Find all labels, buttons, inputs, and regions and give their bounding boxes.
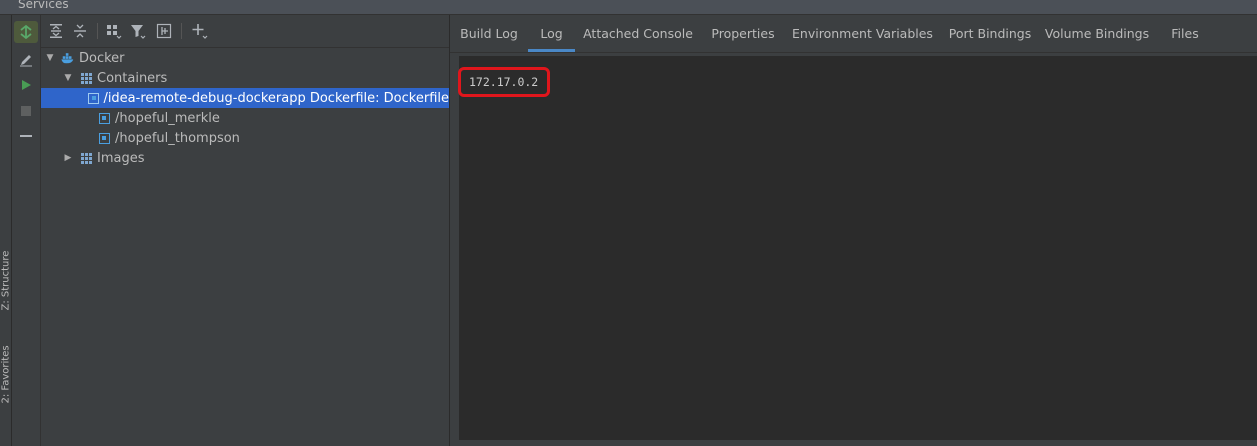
add-service-button[interactable] <box>153 20 175 42</box>
tab-log[interactable]: Log <box>528 15 575 52</box>
collapse-all-icon <box>74 24 86 38</box>
tree-toolbar <box>41 15 449 48</box>
images-group-icon <box>79 151 93 165</box>
container-icon <box>97 131 111 145</box>
tab-label: Attached Console <box>583 26 693 41</box>
annotation-highlight-box <box>458 67 550 97</box>
group-by-icon <box>107 25 122 39</box>
tab-properties[interactable]: Properties <box>701 15 785 52</box>
edit-button[interactable] <box>14 49 38 71</box>
toolbar-separator <box>181 23 182 39</box>
left-tool-stripe: Z: Structure 2: Favorites <box>0 15 12 446</box>
container-icon <box>88 91 100 105</box>
tree-node-label: Containers <box>97 70 168 86</box>
deploy-button[interactable] <box>14 21 38 43</box>
stop-icon <box>21 106 31 116</box>
tab-label: Files <box>1171 26 1199 41</box>
log-output-area[interactable]: 172.17.0.2 <box>459 56 1257 440</box>
tab-label: Port Bindings <box>948 26 1032 41</box>
filter-icon <box>131 25 146 39</box>
expand-all-button[interactable] <box>45 20 67 42</box>
panel-splitter[interactable] <box>449 15 450 446</box>
tree-node-containers[interactable]: ▼ Containers <box>41 68 449 88</box>
add-icon <box>192 24 208 39</box>
tab-label: Environment Variables <box>792 26 933 41</box>
tab-files[interactable]: Files <box>1154 15 1216 52</box>
tree-node-label: /hopeful_merkle <box>115 110 220 126</box>
add-button[interactable] <box>189 20 211 42</box>
stop-button[interactable] <box>14 100 38 122</box>
expanded-arrow-icon[interactable]: ▼ <box>45 53 55 63</box>
structure-stripe-button[interactable]: Z: Structure <box>1 251 12 311</box>
tool-window-title: Services <box>18 0 69 11</box>
tab-label: Properties <box>711 26 775 41</box>
filter-button[interactable] <box>127 20 149 42</box>
tree-node-label: /idea-remote-debug-dockerapp Dockerfile:… <box>103 90 449 106</box>
services-action-toolbar <box>12 15 41 446</box>
collapsed-arrow-icon[interactable]: ▶ <box>63 153 73 163</box>
collapse-icon <box>20 135 32 137</box>
deploy-icon <box>20 24 32 40</box>
expanded-arrow-icon[interactable]: ▼ <box>63 73 73 83</box>
toolbar-separator <box>97 23 98 39</box>
group-by-button[interactable] <box>103 20 125 42</box>
add-service-icon <box>156 23 172 39</box>
remove-button[interactable] <box>14 125 38 147</box>
tree-node-images[interactable]: ▶ Images <box>41 148 449 168</box>
tree-node-docker[interactable]: ▼ Docker <box>41 48 449 68</box>
tab-label: Log <box>540 26 563 41</box>
tab-environment-variables[interactable]: Environment Variables <box>785 15 940 52</box>
tab-volume-bindings[interactable]: Volume Bindings <box>1040 15 1154 52</box>
run-button[interactable] <box>14 74 38 96</box>
tab-port-bindings[interactable]: Port Bindings <box>940 15 1040 52</box>
docker-icon <box>61 51 75 65</box>
favorites-stripe-label: 2: Favorites <box>0 345 12 404</box>
container-icon <box>97 111 111 125</box>
tab-label: Volume Bindings <box>1044 26 1150 41</box>
services-tree: ▼ Docker ▼ Containers /idea-remote-debug… <box>41 48 449 446</box>
expand-all-icon <box>50 24 62 38</box>
details-tab-bar: Build Log Log Attached Console Propertie… <box>450 15 1257 53</box>
tool-window-title-bar: Services <box>0 0 1257 15</box>
tab-attached-console[interactable]: Attached Console <box>575 15 701 52</box>
tab-build-log[interactable]: Build Log <box>450 15 528 52</box>
tree-node-container[interactable]: /hopeful_thompson <box>41 128 449 148</box>
containers-group-icon <box>79 71 93 85</box>
structure-stripe-label: Z: Structure <box>0 250 12 311</box>
tree-node-container[interactable]: /idea-remote-debug-dockerapp Dockerfile:… <box>41 88 449 108</box>
tree-node-label: /hopeful_thompson <box>115 130 240 146</box>
run-icon <box>22 80 31 90</box>
tree-node-label: Images <box>97 150 145 166</box>
tree-node-container[interactable]: /hopeful_merkle <box>41 108 449 128</box>
edit-icon <box>20 55 32 67</box>
tab-label: Build Log <box>460 26 518 41</box>
tree-node-label: Docker <box>79 50 125 66</box>
collapse-all-button[interactable] <box>69 20 91 42</box>
favorites-stripe-button[interactable]: 2: Favorites <box>0 345 12 404</box>
